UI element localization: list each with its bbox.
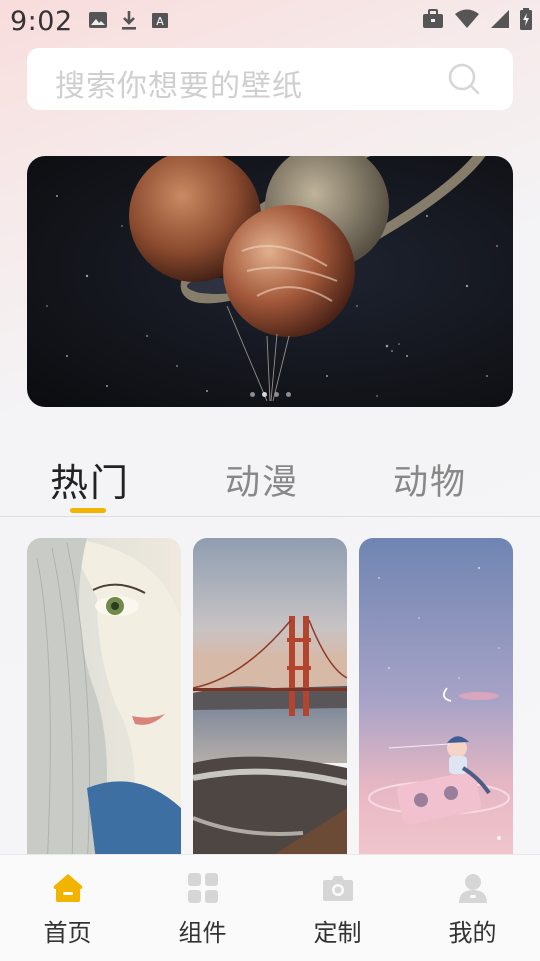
search-bar[interactable]: 搜索你想要的壁纸: [27, 48, 513, 110]
bottom-navigation: 首页 组件 定制 我的: [0, 854, 540, 961]
wallpaper-grid: [27, 538, 513, 868]
camera-icon: [321, 871, 355, 905]
nav-label-profile: 我的: [448, 919, 497, 947]
wifi-icon: [454, 9, 480, 29]
tab-anime[interactable]: 动漫: [225, 454, 299, 505]
search-placeholder[interactable]: 搜索你想要的壁纸: [55, 61, 303, 105]
image-icon: [88, 10, 108, 30]
nav-label-home: 首页: [43, 919, 92, 947]
carousel-dot: [273, 392, 279, 397]
nav-widgets[interactable]: 组件: [135, 855, 270, 961]
svg-text:A: A: [156, 15, 164, 28]
banner-carousel[interactable]: [27, 156, 513, 407]
text-a-icon: A: [150, 10, 170, 30]
category-tabs: 热门 动漫 动物: [0, 450, 540, 517]
wallpaper-card[interactable]: [359, 538, 513, 868]
wallpaper-thumbnail: [359, 538, 513, 868]
profile-icon: [456, 871, 490, 905]
widgets-grid-icon: [186, 871, 220, 905]
briefcase-icon: [422, 9, 444, 29]
tab-animals[interactable]: 动物: [393, 454, 467, 505]
tab-hot[interactable]: 热门: [50, 452, 130, 507]
signal-icon: [490, 9, 510, 29]
carousel-dot: [249, 392, 255, 397]
banner-image: [46, 156, 498, 402]
status-bar: 9:02 A: [0, 0, 540, 46]
nav-label-customize: 定制: [313, 919, 362, 947]
carousel-indicator: [27, 392, 513, 397]
home-icon: [51, 871, 85, 905]
carousel-dot: [285, 392, 291, 397]
search-icon[interactable]: [447, 62, 481, 100]
carousel-dot-active: [261, 392, 267, 397]
wallpaper-card[interactable]: [193, 538, 347, 868]
tab-indicator: [70, 508, 106, 513]
nav-profile[interactable]: 我的: [405, 855, 540, 961]
nav-home[interactable]: 首页: [0, 855, 135, 961]
nav-label-widgets: 组件: [178, 919, 227, 947]
nav-customize[interactable]: 定制: [270, 855, 405, 961]
download-icon: [120, 9, 138, 31]
wallpaper-card[interactable]: [27, 538, 181, 868]
status-time: 9:02: [10, 6, 73, 37]
wallpaper-thumbnail: [27, 538, 181, 868]
wallpaper-thumbnail: [193, 538, 347, 868]
battery-charging-icon: [520, 8, 532, 30]
